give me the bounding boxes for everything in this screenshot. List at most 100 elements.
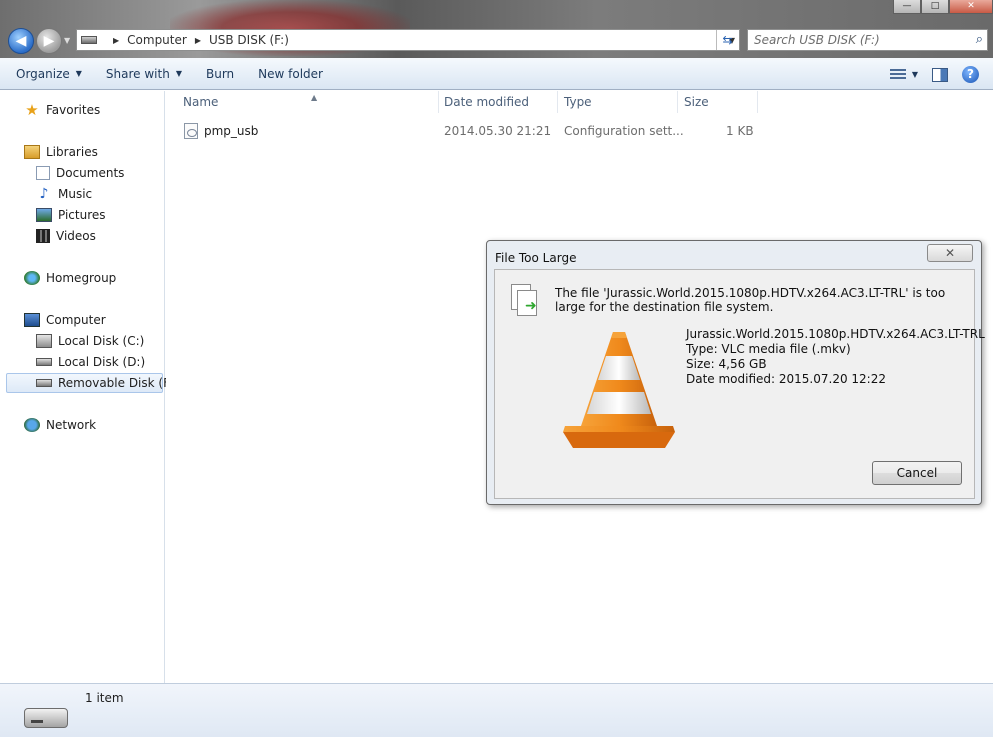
minimize-button[interactable]: — bbox=[893, 0, 921, 14]
file-name: pmp_usb bbox=[204, 124, 259, 138]
status-bar: 1 item bbox=[0, 683, 993, 737]
search-icon[interactable]: ⌕ bbox=[976, 32, 983, 47]
recent-pages-dropdown[interactable]: ▼ bbox=[64, 36, 70, 45]
nav-network[interactable]: Network bbox=[24, 416, 96, 434]
table-row[interactable]: pmp_usb 2014.05.30 21:21 Configuration s… bbox=[166, 121, 766, 141]
nav-music-label: Music bbox=[58, 187, 93, 201]
column-date-label: Date modified bbox=[444, 95, 530, 109]
nav-libraries[interactable]: Libraries bbox=[24, 143, 98, 161]
vlc-cone-icon bbox=[563, 332, 675, 448]
command-bar: Organize ▼ Share with ▼ Burn New folder … bbox=[0, 58, 993, 90]
libraries-icon bbox=[24, 145, 40, 159]
help-icon[interactable]: ? bbox=[962, 66, 979, 83]
removable-drive-icon bbox=[24, 708, 68, 728]
view-controls: ▼ ? bbox=[889, 66, 979, 83]
navigation-pane: ★ Favorites Libraries Documents ♪ Music … bbox=[0, 91, 178, 683]
column-header-size[interactable]: Size bbox=[678, 91, 758, 113]
videos-icon bbox=[36, 229, 50, 243]
file-date-modified: 2014.05.30 21:21 bbox=[444, 124, 552, 138]
chevron-right-icon[interactable]: ▶ bbox=[113, 36, 119, 45]
nav-computer[interactable]: Computer bbox=[24, 311, 106, 329]
nav-local-disk-d-label: Local Disk (D:) bbox=[58, 355, 146, 369]
column-header-date-modified[interactable]: Date modified bbox=[438, 91, 558, 113]
burn-label: Burn bbox=[205, 66, 235, 81]
refresh-button[interactable]: ⇆ bbox=[716, 30, 738, 50]
chevron-down-icon: ▼ bbox=[175, 69, 182, 78]
column-name-label: Name bbox=[183, 95, 219, 109]
new-folder-label: New folder bbox=[258, 66, 323, 81]
file-too-large-dialog: File Too Large ✕ ➜ The file 'Jurassic.Wo… bbox=[486, 240, 985, 505]
organize-label: Organize bbox=[16, 66, 70, 81]
forward-button[interactable]: ▶ bbox=[36, 28, 62, 54]
search-placeholder: Search USB DISK (F:) bbox=[754, 33, 880, 47]
search-input[interactable]: Search USB DISK (F:) ⌕ bbox=[747, 29, 988, 51]
details-view-icon bbox=[889, 68, 906, 81]
drive-icon bbox=[81, 36, 97, 44]
nav-pictures-label: Pictures bbox=[58, 208, 106, 222]
window-controls: — □ ✕ bbox=[893, 0, 993, 14]
nav-documents[interactable]: Documents bbox=[36, 164, 124, 182]
address-bar[interactable]: ▶ Computer ▶ USB DISK (F:) ▼ bbox=[76, 29, 740, 51]
network-icon bbox=[24, 418, 40, 432]
nav-videos[interactable]: Videos bbox=[36, 227, 96, 245]
nav-local-disk-d[interactable]: Local Disk (D:) bbox=[36, 353, 145, 371]
column-size-label: Size bbox=[684, 95, 709, 109]
item-count: 1 item bbox=[85, 691, 124, 705]
computer-icon bbox=[24, 313, 40, 327]
close-button[interactable]: ✕ bbox=[949, 0, 993, 14]
pictures-icon bbox=[36, 208, 52, 222]
local-disk-c-icon bbox=[36, 334, 52, 348]
file-details: Jurassic.World.2015.1080p.HDTV.x264.AC3.… bbox=[686, 327, 985, 387]
homegroup-icon bbox=[24, 271, 40, 285]
maximize-button[interactable]: □ bbox=[921, 0, 949, 14]
sort-ascending-icon: ▲ bbox=[311, 93, 318, 102]
nav-videos-label: Videos bbox=[56, 229, 96, 243]
dialog-close-button[interactable]: ✕ bbox=[927, 244, 973, 262]
new-folder-button[interactable]: New folder bbox=[258, 67, 323, 81]
column-header-name[interactable]: ▲ Name bbox=[177, 91, 439, 113]
dialog-message: The file 'Jurassic.World.2015.1080p.HDTV… bbox=[555, 286, 946, 314]
nav-favorites-label: Favorites bbox=[46, 103, 101, 117]
nav-local-disk-c-label: Local Disk (C:) bbox=[58, 334, 145, 348]
organize-menu[interactable]: Organize ▼ bbox=[16, 67, 82, 81]
chevron-down-icon: ▼ bbox=[75, 69, 82, 78]
column-type-label: Type bbox=[564, 95, 592, 109]
nav-local-disk-c[interactable]: Local Disk (C:) bbox=[36, 332, 144, 350]
file-size: 1 KB bbox=[726, 124, 754, 138]
change-view-button[interactable]: ▼ bbox=[889, 68, 918, 81]
breadcrumb-computer[interactable]: Computer bbox=[127, 33, 187, 47]
breadcrumb-usb-disk[interactable]: USB DISK (F:) bbox=[209, 33, 289, 47]
music-icon: ♪ bbox=[39, 186, 49, 202]
chevron-down-icon: ▼ bbox=[911, 70, 918, 79]
nav-removable-disk-label: Removable Disk (F:) bbox=[58, 376, 178, 390]
dialog-title: File Too Large bbox=[495, 251, 577, 265]
nav-network-label: Network bbox=[46, 418, 97, 432]
cancel-button[interactable]: Cancel bbox=[872, 461, 962, 485]
nav-homegroup[interactable]: Homegroup bbox=[24, 269, 116, 287]
preview-pane-icon[interactable] bbox=[932, 67, 948, 82]
burn-button[interactable]: Burn bbox=[206, 67, 234, 81]
chevron-right-icon[interactable]: ▶ bbox=[195, 36, 201, 45]
nav-music[interactable]: ♪ Music bbox=[36, 185, 93, 203]
copy-file-icon: ➜ bbox=[511, 284, 539, 318]
documents-icon bbox=[36, 166, 50, 180]
file-type: Configuration sett... bbox=[564, 124, 684, 138]
nav-libraries-label: Libraries bbox=[46, 145, 98, 159]
nav-homegroup-label: Homegroup bbox=[46, 271, 117, 285]
config-file-icon bbox=[184, 123, 198, 139]
nav-pictures[interactable]: Pictures bbox=[36, 206, 106, 224]
dialog-body: ➜ The file 'Jurassic.World.2015.1080p.HD… bbox=[494, 269, 985, 499]
share-with-menu[interactable]: Share with ▼ bbox=[106, 67, 182, 81]
nav-favorites[interactable]: ★ Favorites bbox=[24, 101, 100, 119]
back-button[interactable]: ◀ bbox=[8, 28, 34, 54]
star-icon: ★ bbox=[25, 101, 39, 119]
detail-file-name: Jurassic.World.2015.1080p.HDTV.x264.AC3.… bbox=[686, 327, 985, 341]
nav-documents-label: Documents bbox=[56, 166, 125, 180]
column-header-type[interactable]: Type bbox=[558, 91, 678, 113]
removable-disk-icon bbox=[36, 379, 52, 387]
detail-file-type: Type: VLC media file (.mkv) bbox=[686, 342, 851, 356]
share-with-label: Share with bbox=[105, 66, 170, 81]
detail-date-modified: Date modified: 2015.07.20 12:22 bbox=[686, 372, 886, 386]
nav-removable-disk-f[interactable]: Removable Disk (F:) bbox=[36, 374, 178, 392]
local-disk-d-icon bbox=[36, 358, 52, 366]
